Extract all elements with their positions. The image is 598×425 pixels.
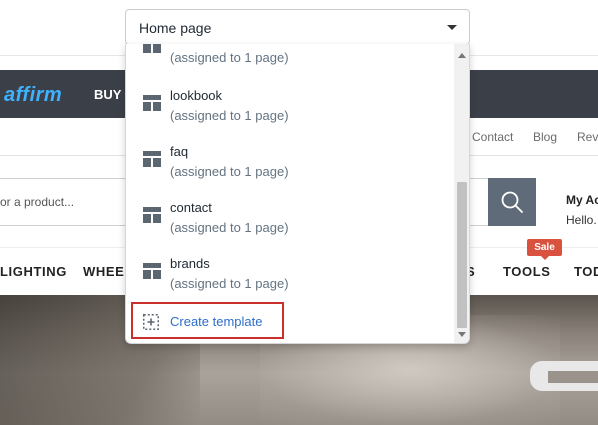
search-icon bbox=[501, 191, 523, 213]
store-search-placeholder: or a product... bbox=[0, 195, 75, 209]
template-layout-icon bbox=[143, 151, 161, 167]
scroll-down-arrow-icon[interactable] bbox=[458, 332, 466, 337]
template-select-value: Home page bbox=[139, 20, 212, 36]
template-assignment: (assigned to 1 page) bbox=[170, 164, 289, 179]
create-template-button[interactable]: Create template bbox=[131, 302, 284, 339]
my-account-title[interactable]: My Ac bbox=[566, 193, 598, 207]
chevron-down-icon bbox=[447, 25, 457, 30]
template-layout-icon bbox=[143, 95, 161, 111]
link-blog[interactable]: Blog bbox=[533, 130, 557, 144]
template-option-lookbook[interactable]: lookbook (assigned to 1 page) bbox=[126, 88, 454, 144]
store-search-button[interactable] bbox=[488, 178, 536, 226]
create-template-label: Create template bbox=[170, 314, 263, 329]
template-name: brands bbox=[170, 256, 210, 271]
template-assignment: (assigned to 1 page) bbox=[170, 50, 289, 65]
nav-tools[interactable]: TOOLS bbox=[503, 264, 551, 279]
scroll-up-arrow-icon[interactable] bbox=[458, 53, 466, 58]
template-layout-icon bbox=[143, 263, 161, 279]
dropdown-scrollbar[interactable] bbox=[454, 44, 469, 343]
screen: affirm BUY N Contact Blog Rev or a produ… bbox=[0, 0, 598, 425]
add-template-icon bbox=[143, 314, 159, 330]
sale-badge: Sale bbox=[527, 239, 562, 260]
account-greeting: Hello. bbox=[566, 213, 597, 227]
template-assignment: (assigned to 1 page) bbox=[170, 220, 289, 235]
template-name: faq bbox=[170, 144, 189, 159]
template-assignment: (assigned to 1 page) bbox=[170, 108, 289, 123]
template-option-contact[interactable]: contact (assigned to 1 page) bbox=[126, 200, 454, 256]
template-assignment: (assigned to 1 page) bbox=[170, 276, 289, 291]
template-layout-icon bbox=[143, 207, 161, 223]
link-reviews[interactable]: Rev bbox=[577, 130, 598, 144]
scrollbar-thumb[interactable] bbox=[457, 182, 467, 328]
template-option[interactable]: (assigned to 1 page) bbox=[126, 44, 454, 86]
nav-lighting[interactable]: LIGHTING bbox=[0, 264, 67, 279]
template-dropdown: (assigned to 1 page) lookbook (assigned … bbox=[125, 44, 470, 344]
template-name: lookbook bbox=[170, 88, 223, 103]
affirm-logo: affirm bbox=[4, 84, 63, 106]
link-contact[interactable]: Contact bbox=[472, 130, 513, 144]
template-list: (assigned to 1 page) lookbook (assigned … bbox=[126, 44, 454, 343]
hero-logo-fragment-inner bbox=[548, 371, 598, 383]
template-layout-icon bbox=[143, 44, 161, 53]
template-name: contact bbox=[170, 200, 212, 215]
template-option-faq[interactable]: faq (assigned to 1 page) bbox=[126, 144, 454, 200]
template-select[interactable]: Home page bbox=[125, 9, 470, 45]
nav-today[interactable]: TOD bbox=[574, 264, 598, 279]
